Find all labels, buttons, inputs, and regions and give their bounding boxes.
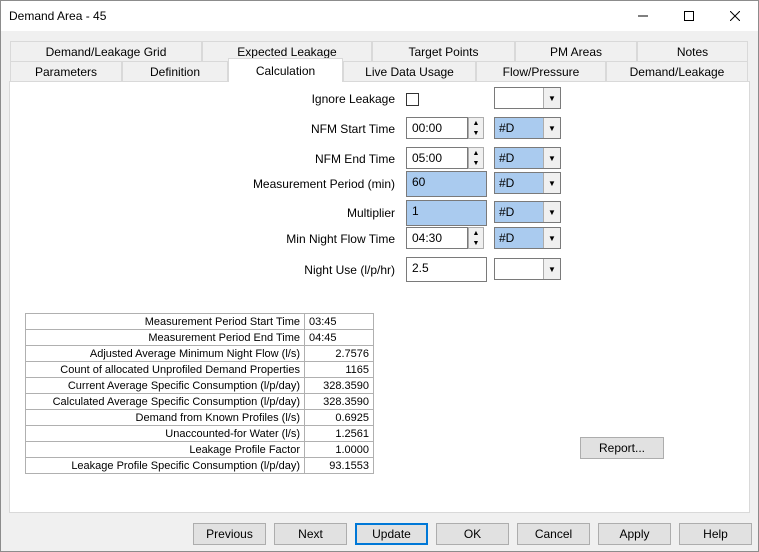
stat-label: Current Average Specific Consumption (l/… xyxy=(25,377,305,394)
tab-calculation[interactable]: Calculation xyxy=(228,58,343,82)
chevron-down-icon: ▼ xyxy=(543,173,560,193)
night-use-flag-select[interactable]: ▼ xyxy=(494,258,561,280)
chevron-down-icon: ▼ xyxy=(543,88,560,108)
tab-notes[interactable]: Notes xyxy=(637,41,748,61)
stat-label: Calculated Average Specific Consumption … xyxy=(25,393,305,410)
tab-demand-leakage[interactable]: Demand/Leakage xyxy=(606,61,748,81)
multiplier-input[interactable]: 1 xyxy=(406,200,487,226)
stat-label: Measurement Period Start Time xyxy=(25,313,305,330)
stat-value: 0.6925 xyxy=(304,409,374,426)
table-row: Calculated Average Specific Consumption … xyxy=(25,393,374,410)
nfm-start-flag-select[interactable]: #D ▼ xyxy=(494,117,561,139)
ok-button[interactable]: OK xyxy=(436,523,509,545)
maximize-button[interactable] xyxy=(666,1,712,31)
stat-label: Measurement Period End Time xyxy=(25,329,305,346)
nfm-start-input[interactable]: 00:00 xyxy=(406,117,468,139)
stat-label: Unaccounted-for Water (l/s) xyxy=(25,425,305,442)
table-row: Current Average Specific Consumption (l/… xyxy=(25,377,374,394)
nfm-start-spinner[interactable]: ▲ ▼ xyxy=(468,117,484,139)
stat-value: 2.7576 xyxy=(304,345,374,362)
min-night-flow-label: Min Night Flow Time xyxy=(286,232,395,246)
multiplier-label: Multiplier xyxy=(346,206,395,220)
tab-pm-areas[interactable]: PM Areas xyxy=(515,41,637,61)
chevron-down-icon: ▼ xyxy=(543,148,560,168)
stat-label: Leakage Profile Factor xyxy=(25,441,305,458)
spin-up-icon[interactable]: ▲ xyxy=(469,118,483,128)
table-row: Leakage Profile Factor 1.0000 xyxy=(25,441,374,458)
table-row: Count of allocated Unprofiled Demand Pro… xyxy=(25,361,374,378)
previous-button[interactable]: Previous xyxy=(193,523,266,545)
close-icon xyxy=(730,11,740,21)
multiplier-flag-select[interactable]: #D ▼ xyxy=(494,201,561,223)
stat-label: Count of allocated Unprofiled Demand Pro… xyxy=(25,361,305,378)
dialog-window: Demand Area - 45 Demand/Leakage Grid Exp… xyxy=(0,0,759,552)
nfm-end-spinner[interactable]: ▲ ▼ xyxy=(468,147,484,169)
tab-definition[interactable]: Definition xyxy=(122,61,228,81)
stat-label: Demand from Known Profiles (l/s) xyxy=(25,409,305,426)
nfm-end-flag-select[interactable]: #D ▼ xyxy=(494,147,561,169)
calculation-results-table: Measurement Period Start Time 03:45 Measur… xyxy=(25,313,374,474)
chevron-down-icon: ▼ xyxy=(543,228,560,248)
measurement-period-label: Measurement Period (min) xyxy=(252,177,395,191)
table-row: Unaccounted-for Water (l/s) 1.2561 xyxy=(25,425,374,442)
spin-up-icon[interactable]: ▲ xyxy=(469,148,483,158)
tab-target-points[interactable]: Target Points xyxy=(372,41,515,61)
tab-flow-pressure[interactable]: Flow/Pressure xyxy=(476,61,606,81)
stat-value: 03:45 xyxy=(304,313,374,330)
minimize-button[interactable] xyxy=(620,1,666,31)
min-night-flow-flag-select[interactable]: #D ▼ xyxy=(494,227,561,249)
stat-value: 04:45 xyxy=(304,329,374,346)
tab-parameters[interactable]: Parameters xyxy=(10,61,122,81)
min-night-flow-spinner[interactable]: ▲ ▼ xyxy=(468,227,484,249)
table-row: Demand from Known Profiles (l/s) 0.6925 xyxy=(25,409,374,426)
spin-up-icon[interactable]: ▲ xyxy=(469,228,483,238)
spin-down-icon[interactable]: ▼ xyxy=(469,128,483,138)
stat-value: 328.3590 xyxy=(304,377,374,394)
night-use-label: Night Use (l/p/hr) xyxy=(304,263,395,277)
ignore-leakage-checkbox[interactable] xyxy=(406,93,419,106)
help-button[interactable]: Help xyxy=(679,523,752,545)
measurement-period-input[interactable]: 60 xyxy=(406,171,487,197)
night-use-input[interactable]: 2.5 xyxy=(406,257,487,282)
tab-demand-leakage-grid[interactable]: Demand/Leakage Grid xyxy=(10,41,202,61)
apply-button[interactable]: Apply xyxy=(598,523,671,545)
chevron-down-icon: ▼ xyxy=(543,259,560,279)
table-row: Leakage Profile Specific Consumption (l/… xyxy=(25,457,374,474)
measurement-period-flag-select[interactable]: #D ▼ xyxy=(494,172,561,194)
spin-down-icon[interactable]: ▼ xyxy=(469,238,483,248)
min-night-flow-input[interactable]: 04:30 xyxy=(406,227,468,249)
nfm-end-input[interactable]: 05:00 xyxy=(406,147,468,169)
tab-live-data-usage[interactable]: Live Data Usage xyxy=(343,61,476,81)
spin-down-icon[interactable]: ▼ xyxy=(469,158,483,168)
update-button[interactable]: Update xyxy=(355,523,428,545)
nfm-start-label: NFM Start Time xyxy=(310,122,395,136)
table-row: Measurement Period Start Time 03:45 xyxy=(25,313,374,330)
close-button[interactable] xyxy=(712,1,758,31)
minimize-icon xyxy=(638,15,648,17)
table-row: Measurement Period End Time 04:45 xyxy=(25,329,374,346)
table-row: Adjusted Average Minimum Night Flow (l/s… xyxy=(25,345,374,362)
stat-value: 93.1553 xyxy=(304,457,374,474)
stat-value: 1.0000 xyxy=(304,441,374,458)
report-button[interactable]: Report... xyxy=(580,437,664,459)
ignore-leakage-flag-select[interactable]: ▼ xyxy=(494,87,561,109)
stat-label: Adjusted Average Minimum Night Flow (l/s… xyxy=(25,345,305,362)
maximize-icon xyxy=(684,11,694,21)
chevron-down-icon: ▼ xyxy=(543,118,560,138)
chevron-down-icon: ▼ xyxy=(543,202,560,222)
nfm-end-label: NFM End Time xyxy=(314,152,395,166)
window-title: Demand Area - 45 xyxy=(9,9,107,23)
stat-value: 1.2561 xyxy=(304,425,374,442)
stat-value: 1165 xyxy=(304,361,374,378)
next-button[interactable]: Next xyxy=(274,523,347,545)
ignore-leakage-label: Ignore Leakage xyxy=(311,92,395,106)
title-bar[interactable]: Demand Area - 45 xyxy=(1,1,758,31)
stat-value: 328.3590 xyxy=(304,393,374,410)
stat-label: Leakage Profile Specific Consumption (l/… xyxy=(25,457,305,474)
cancel-button[interactable]: Cancel xyxy=(517,523,590,545)
